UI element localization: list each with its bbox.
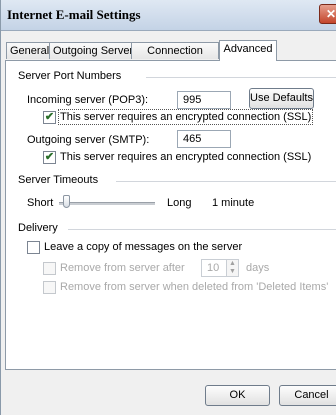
title-bar: Internet E-mail Settings ✕ — [1, 0, 336, 31]
tab-connection[interactable]: Connection — [131, 42, 219, 59]
timeout-slider-thumb[interactable] — [63, 195, 71, 208]
timeout-slider-track[interactable] — [59, 202, 155, 205]
timeout-value: 1 minute — [212, 197, 255, 209]
days-spinner-icon[interactable]: ▲ ▼ — [226, 259, 239, 277]
window-title: Internet E-mail Settings — [7, 7, 141, 22]
close-icon[interactable]: ✕ — [319, 4, 336, 24]
days-label: days — [246, 262, 270, 274]
remove-after-label[interactable]: Remove from server after — [60, 262, 185, 274]
outgoing-server-label: Outgoing server (SMTP): — [27, 134, 150, 146]
timeout-short-label: Short — [27, 197, 54, 209]
check-icon: ✔ — [44, 111, 55, 123]
use-defaults-button[interactable]: Use Defaults — [249, 88, 314, 109]
incoming-ssl-checkbox[interactable]: ✔ — [43, 111, 56, 124]
incoming-server-label: Incoming server (POP3): — [27, 94, 149, 106]
leave-copy-label[interactable]: Leave a copy of messages on the server — [44, 241, 242, 253]
settings-dialog: Internet E-mail Settings ✕ General Outgo… — [0, 0, 336, 415]
tab-general[interactable]: General — [6, 42, 50, 59]
outgoing-ssl-checkbox[interactable]: ✔ — [43, 151, 56, 164]
outgoing-ssl-label[interactable]: This server requires an encrypted connec… — [60, 151, 311, 163]
incoming-ssl-label[interactable]: This server requires an encrypted connec… — [60, 111, 311, 123]
outgoing-port-input[interactable]: 465 — [177, 130, 231, 148]
delivery-heading: Delivery — [18, 222, 58, 234]
cancel-button[interactable]: Cancel — [279, 385, 336, 406]
dialog-button-bar: OK Cancel — [1, 370, 336, 415]
port-numbers-heading: Server Port Numbers — [18, 70, 122, 82]
ok-button[interactable]: OK — [205, 385, 270, 406]
group-divider — [68, 229, 336, 230]
advanced-panel: Server Port Numbers Incoming server (POP… — [5, 60, 336, 370]
timeout-long-label: Long — [167, 197, 192, 209]
remove-after-checkbox[interactable] — [43, 262, 56, 275]
group-divider — [146, 77, 336, 78]
remove-after-days-input[interactable]: 10 — [201, 259, 227, 277]
check-icon: ✔ — [44, 151, 55, 163]
incoming-port-input[interactable]: 995 — [177, 91, 231, 109]
remove-deleted-checkbox[interactable] — [43, 281, 56, 294]
tab-outgoing-server[interactable]: Outgoing Server — [49, 42, 133, 59]
group-divider — [116, 181, 336, 182]
timeouts-heading: Server Timeouts — [18, 174, 99, 186]
remove-deleted-label[interactable]: Remove from server when deleted from 'De… — [60, 281, 328, 293]
leave-copy-checkbox[interactable] — [27, 241, 40, 254]
tab-advanced[interactable]: Advanced — [219, 40, 277, 61]
